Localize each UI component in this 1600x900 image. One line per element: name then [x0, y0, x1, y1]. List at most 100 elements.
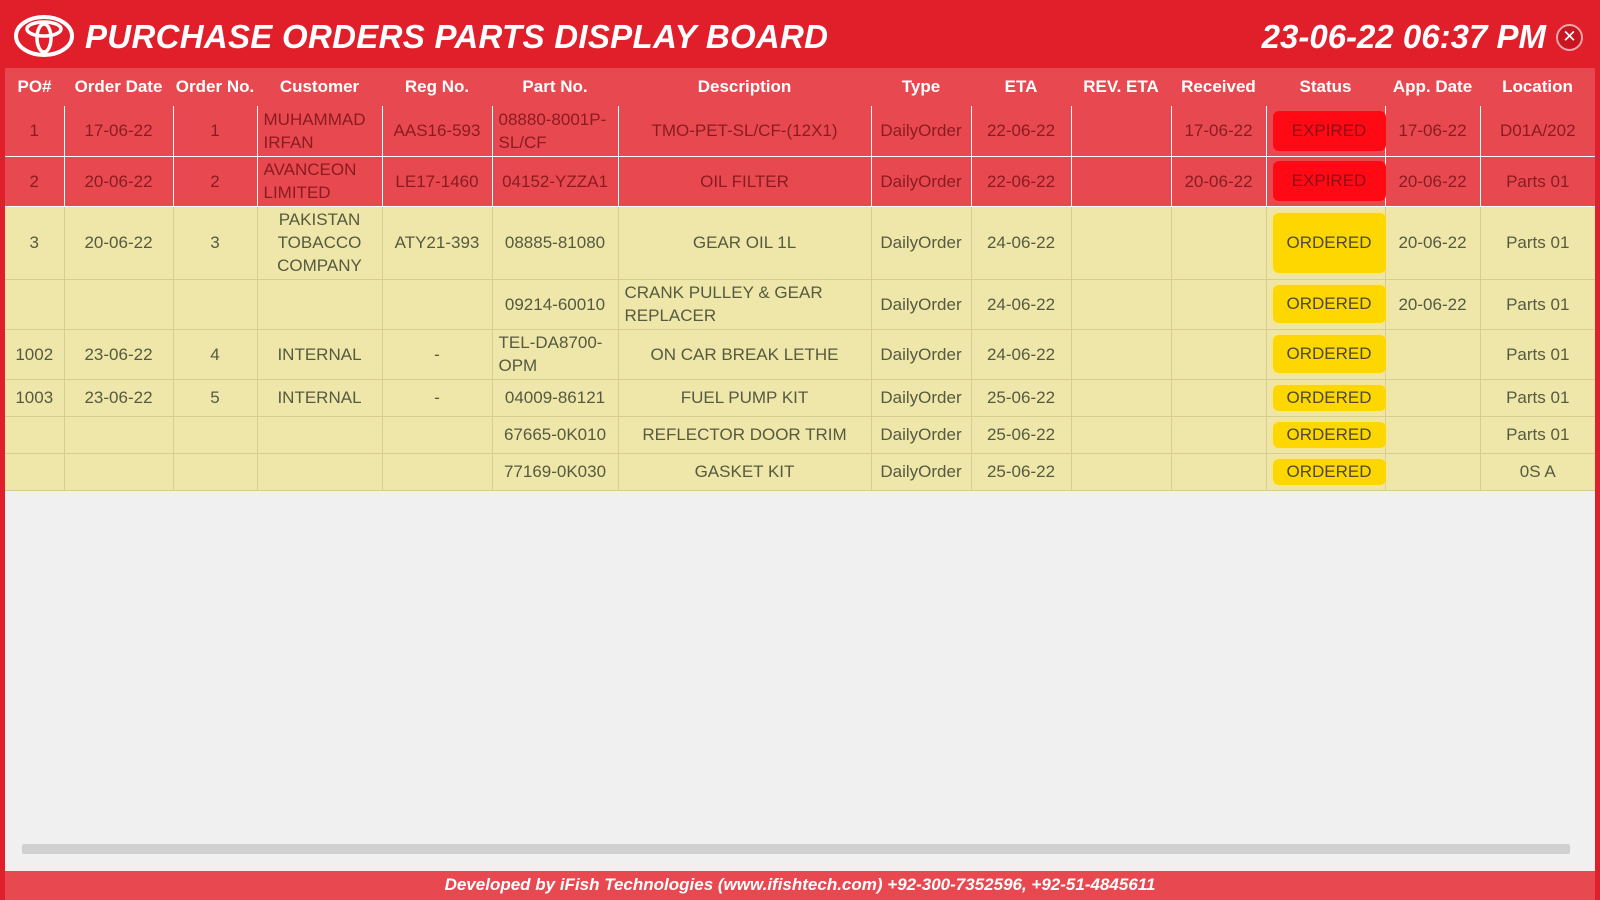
table-row[interactable]: 77169-0K030 GASKET KIT DailyOrder 25-06-22 O… — [5, 453, 1595, 491]
column-header-description[interactable]: Description — [618, 68, 871, 106]
cell-location: Parts 01 — [1479, 416, 1595, 454]
cell-part-no: 04152-YZZA1 — [491, 156, 618, 207]
cell-part-no: 09214-60010 — [491, 279, 618, 330]
cell-type: DailyOrder — [870, 453, 971, 491]
cell-eta: 25-06-22 — [970, 453, 1071, 491]
cell-order-date — [63, 453, 173, 491]
column-header-eta[interactable]: ETA — [971, 68, 1071, 106]
column-header-app-date[interactable]: App. Date — [1385, 68, 1480, 106]
cell-part-no: 77169-0K030 — [491, 453, 618, 491]
cell-rev-eta — [1070, 453, 1171, 491]
cell-app-date: 20-06-22 — [1384, 206, 1480, 280]
cell-status: EXPIRED — [1265, 156, 1386, 207]
cell-order-date — [63, 416, 173, 454]
column-header-rev-eta[interactable]: REV. ETA — [1071, 68, 1171, 106]
cell-customer: AVANCEON LIMITED — [256, 156, 382, 207]
status-badge: ORDERED — [1272, 458, 1386, 485]
cell-customer: INTERNAL — [256, 329, 382, 380]
cell-eta: 24-06-22 — [970, 279, 1071, 330]
cell-eta: 24-06-22 — [970, 206, 1071, 280]
cell-eta: 25-06-22 — [970, 416, 1071, 454]
cell-customer — [256, 279, 382, 330]
cell-eta: 22-06-22 — [970, 106, 1071, 157]
column-header-part-no[interactable]: Part No. — [492, 68, 618, 106]
table-row[interactable]: 1002 23-06-22 4 INTERNAL - TEL-DA8700-OPM ON C… — [5, 329, 1595, 380]
table-row[interactable]: 09214-60010 CRANK PULLEY & GEAR REPLACER D… — [5, 279, 1595, 330]
horizontal-scrollbar[interactable] — [22, 844, 1570, 854]
cell-po-number: 1002 — [5, 329, 64, 380]
status-badge: ORDERED — [1272, 212, 1386, 273]
cell-location: Parts 01 — [1479, 206, 1595, 280]
table-header-row: PO# Order Date Order No. Customer Reg No. Par… — [5, 68, 1595, 106]
status-badge: EXPIRED — [1272, 161, 1386, 201]
cell-rev-eta — [1070, 329, 1171, 380]
cell-rev-eta — [1070, 416, 1171, 454]
column-header-order-no[interactable]: Order No. — [173, 68, 257, 106]
cell-customer: PAKISTAN TOBACCO COMPANY — [256, 206, 382, 280]
column-header-type[interactable]: Type — [871, 68, 971, 106]
cell-po-number: 1003 — [5, 379, 64, 417]
cell-eta: 24-06-22 — [970, 329, 1071, 380]
cell-received — [1170, 206, 1266, 280]
cell-rev-eta — [1070, 279, 1171, 330]
cell-rev-eta — [1070, 156, 1171, 207]
cell-order-no — [172, 453, 257, 491]
column-header-customer[interactable]: Customer — [257, 68, 382, 106]
cell-type: DailyOrder — [870, 206, 971, 280]
column-header-reg-no[interactable]: Reg No. — [382, 68, 492, 106]
cell-order-date: 23-06-22 — [63, 329, 173, 380]
table-row[interactable]: 1003 23-06-22 5 INTERNAL -04009-86121 FUEL PU… — [5, 379, 1595, 417]
cell-part-no: 04009-86121 — [491, 379, 618, 417]
toyota-logo-icon — [14, 15, 74, 57]
cell-status: ORDERED — [1265, 279, 1386, 330]
cell-type: DailyOrder — [870, 416, 971, 454]
current-datetime: 23-06-22 06:37 PM — [1261, 18, 1546, 55]
cell-customer: MUHAMMAD IRFAN — [256, 106, 382, 157]
cell-received: 20-06-22 — [1170, 156, 1266, 207]
cell-part-no: TEL-DA8700-OPM — [491, 329, 618, 380]
table-row[interactable]: 67665-0K010 REFLECTOR DOOR TRIM DailyOrder… — [5, 416, 1595, 454]
cell-po-number: 3 — [5, 206, 64, 280]
cell-part-no: 08885-81080 — [491, 206, 618, 280]
cell-location: Parts 01 — [1479, 279, 1595, 330]
cell-reg-no: ATY21-393 — [381, 206, 492, 280]
column-header-received[interactable]: Received — [1171, 68, 1266, 106]
cell-order-no: 5 — [172, 379, 257, 417]
cell-reg-no: AAS16-593 — [381, 106, 492, 157]
cell-customer — [256, 416, 382, 454]
cell-part-no: 67665-0K010 — [491, 416, 618, 454]
status-badge: ORDERED — [1272, 384, 1386, 411]
cell-location: 0S A — [1479, 453, 1595, 491]
table-row[interactable]: 3 20-06-22 3 PAKISTAN TOBACCO COMPANY ATY21-… — [5, 206, 1595, 280]
cell-description: GEAR OIL 1L — [617, 206, 871, 280]
column-header-order-date[interactable]: Order Date — [64, 68, 173, 106]
page-title: PURCHASE ORDERS PARTS DISPLAY BOARD — [85, 18, 829, 55]
cell-order-no: 2 — [172, 156, 257, 207]
column-header-status[interactable]: Status — [1266, 68, 1385, 106]
cell-customer: INTERNAL — [256, 379, 382, 417]
cell-description: FUEL PUMP KIT — [617, 379, 871, 417]
status-badge: EXPIRED — [1272, 110, 1386, 151]
cell-status: ORDERED — [1265, 379, 1386, 417]
cell-app-date: 20-06-22 — [1384, 279, 1480, 330]
cell-order-no — [172, 416, 257, 454]
cell-part-no: 08880-8001P-SL/CF — [491, 106, 618, 157]
cell-rev-eta — [1070, 206, 1171, 280]
table-row[interactable]: 1 17-06-22 1 MUHAMMAD IRFAN AAS16-593 08880-8… — [5, 106, 1595, 157]
table-row[interactable]: 2 20-06-22 2 AVANCEON LIMITED LE17-1460 04152… — [5, 156, 1595, 207]
cell-status: ORDERED — [1265, 206, 1386, 280]
cell-reg-no — [381, 416, 492, 454]
cell-received — [1170, 329, 1266, 380]
column-header-po-number[interactable]: PO# — [5, 68, 64, 106]
status-badge: ORDERED — [1272, 285, 1386, 323]
cell-type: DailyOrder — [870, 379, 971, 417]
cell-type: DailyOrder — [870, 279, 971, 330]
cell-description: GASKET KIT — [617, 453, 871, 491]
cell-order-date — [63, 279, 173, 330]
column-header-location[interactable]: Location — [1480, 68, 1595, 106]
cell-description: TMO-PET-SL/CF-(12X1) — [617, 106, 871, 157]
close-button[interactable]: ✕ — [1556, 24, 1583, 51]
cell-location: Parts 01 — [1479, 379, 1595, 417]
cell-po-number — [5, 416, 64, 454]
cell-po-number — [5, 279, 64, 330]
